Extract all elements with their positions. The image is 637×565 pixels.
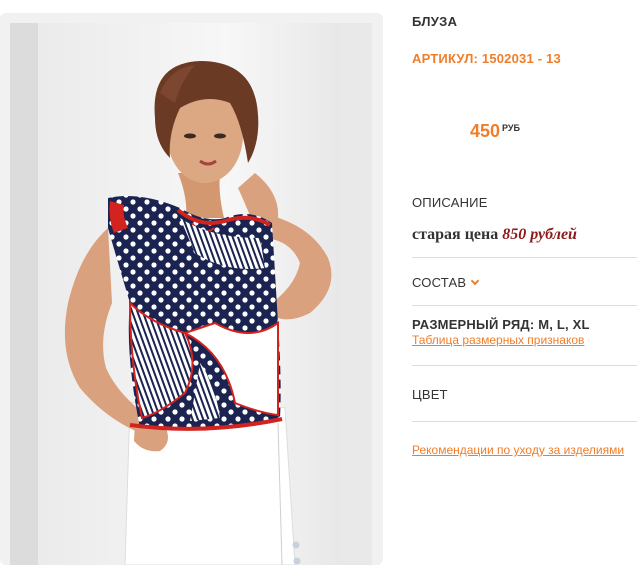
product-sku: АРТИКУЛ: 1502031 - 13 <box>412 51 561 66</box>
chevron-down-icon <box>470 276 480 285</box>
description-label: ОПИСАНИЕ <box>412 195 488 210</box>
product-photo[interactable] <box>10 23 372 565</box>
size-range-label: РАЗМЕРНЫЙ РЯД: M, L, XL <box>412 317 590 332</box>
product-image-frame <box>0 13 383 565</box>
divider <box>412 257 637 258</box>
old-price-prefix: старая цена <box>412 226 499 243</box>
size-chart-link[interactable]: Таблица размерных признаков <box>412 333 584 347</box>
product-price: 450 РУБ <box>470 121 520 142</box>
color-label: ЦВЕТ <box>412 387 448 402</box>
composition-toggle[interactable]: СОСТАВ <box>412 275 480 290</box>
divider <box>412 365 637 366</box>
price-value: 450 <box>470 121 501 141</box>
composition-label: СОСТАВ <box>412 275 467 290</box>
old-price: старая цена 850 рублей <box>412 226 577 244</box>
divider <box>412 305 637 306</box>
price-currency: РУБ <box>502 123 520 133</box>
old-price-value: 850 рублей <box>502 226 577 243</box>
product-title: БЛУЗА <box>412 14 458 29</box>
divider <box>412 421 637 422</box>
care-instructions-link[interactable]: Рекомендации по уходу за изделиями <box>412 443 624 457</box>
